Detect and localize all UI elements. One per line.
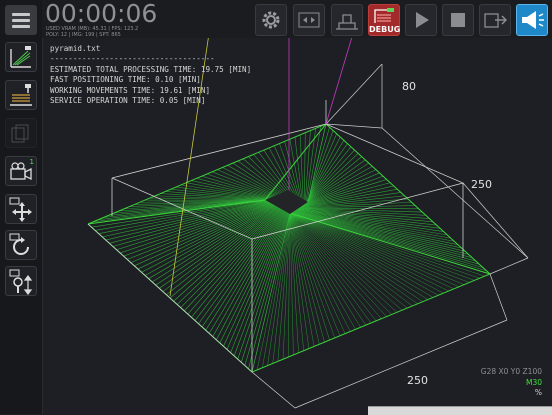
toolpath-icon — [6, 43, 36, 71]
settings-button[interactable] — [255, 4, 287, 36]
debug-button[interactable]: DEBUG — [368, 4, 400, 36]
toolpath-lines — [88, 124, 326, 372]
fast-positioning-time: FAST POSITIONING TIME: 0.10 [MIN] — [50, 75, 251, 85]
poly-stats: POLY: 12 | IMG: 199 | SPT: 865 — [46, 32, 121, 38]
zoom-camera-button[interactable] — [5, 266, 37, 296]
export-button[interactable] — [479, 4, 511, 36]
zoom-icon — [6, 267, 36, 295]
working-movements-time: WORKING MOVEMENTS TIME: 19.61 [MIN] — [50, 86, 251, 96]
mill-tool-icon — [6, 81, 36, 109]
camera-badge: 1 — [30, 158, 34, 166]
gcode-line-next: % — [481, 388, 542, 399]
stop-button[interactable] — [442, 4, 474, 36]
announce-button[interactable] — [516, 4, 548, 36]
elapsed-timer: 00:00:06 — [45, 0, 157, 28]
toolpath-line — [300, 192, 401, 207]
tool-path-view-button[interactable] — [5, 80, 37, 110]
file-name: pyramid.txt — [50, 44, 251, 54]
height-dimension-label: 80 — [402, 80, 416, 93]
info-separator: ------------------------------------ — [50, 54, 251, 64]
service-operation-time: SERVICE OPERATION TIME: 0.05 [MIN] — [50, 96, 251, 106]
estimated-time: ESTIMATED TOTAL PROCESSING TIME: 19.75 [… — [50, 65, 251, 75]
gear-icon — [256, 5, 286, 35]
toolpath-line — [220, 210, 285, 343]
debug-label: DEBUG — [369, 25, 399, 34]
toolpath-lines-right — [252, 124, 490, 372]
toolpath-line — [188, 208, 280, 314]
fit-view-button[interactable] — [293, 4, 325, 36]
toolpath-line — [273, 213, 290, 363]
layers-button[interactable] — [5, 118, 37, 148]
export-icon — [480, 5, 510, 35]
left-sidebar: 1 — [0, 0, 43, 414]
toolpath-line — [290, 213, 397, 312]
toolpath-line — [300, 135, 303, 202]
move-arrows-icon — [6, 195, 36, 223]
depth-dimension-label: 250 — [471, 178, 492, 191]
gcode-preview: G28 X0 Y0 Z100 M30 % — [481, 367, 542, 399]
toolpath-line — [307, 134, 337, 203]
gcode-line-previous: G28 X0 Y0 Z100 — [481, 367, 542, 378]
processing-info: pyramid.txt-----------------------------… — [50, 44, 251, 106]
toolpath-line — [290, 213, 314, 346]
pan-camera-button[interactable] — [5, 194, 37, 224]
stop-icon — [443, 5, 473, 35]
top-bar: 00:00:06 USED VRAM (MB): 45.31 | FPS: 12… — [42, 0, 552, 38]
toolpath-line — [307, 131, 333, 203]
layers-icon — [6, 119, 36, 147]
machine-view-button[interactable] — [331, 4, 363, 36]
fit-width-icon — [294, 5, 324, 35]
gcode-line-current: M30 — [481, 378, 542, 389]
toolpath-line — [305, 131, 310, 202]
play-icon — [406, 5, 436, 35]
toolpath-line — [290, 213, 330, 340]
toolpath-line — [306, 137, 340, 203]
megaphone-icon — [517, 5, 547, 35]
width-dimension-label: 250 — [407, 374, 428, 387]
toolpath-line — [304, 133, 305, 202]
toolpath-line — [170, 207, 278, 299]
rotate-icon — [6, 231, 36, 259]
toolpath-line — [306, 140, 344, 203]
machine-icon — [332, 5, 362, 35]
cnc-simulator-app: 1 00:00:06 USED — [0, 0, 552, 414]
debug-icon — [369, 5, 399, 27]
toolpath-line — [206, 209, 283, 330]
camera-button[interactable]: 1 — [5, 156, 37, 186]
hamburger-menu-button[interactable] — [5, 5, 37, 35]
play-button[interactable] — [405, 4, 437, 36]
rotate-camera-button[interactable] — [5, 230, 37, 260]
toolpath-line — [202, 209, 282, 327]
draw-toolpath-button[interactable] — [5, 42, 37, 72]
toolpath-line — [304, 160, 366, 205]
